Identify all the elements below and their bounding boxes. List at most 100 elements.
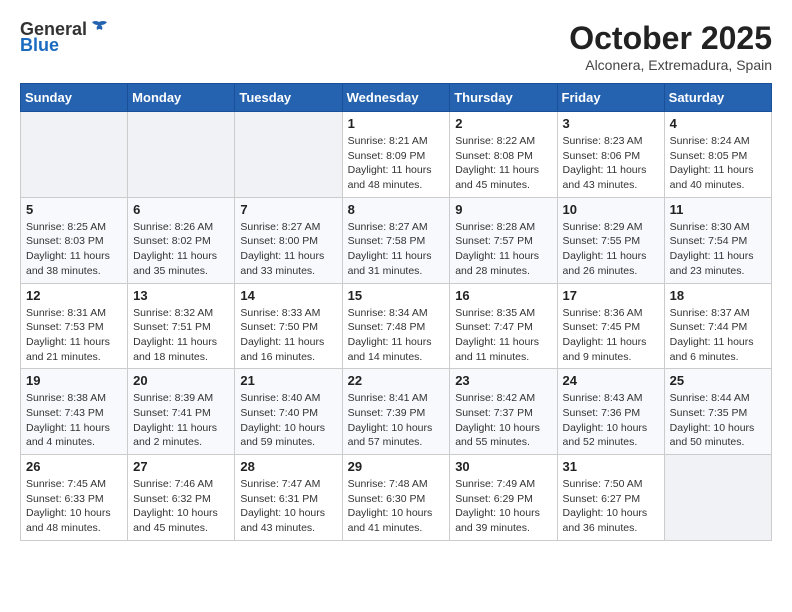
calendar-week-3: 12 Sunrise: 8:31 AM Sunset: 7:53 PM Dayli… xyxy=(21,283,772,369)
logo-bird-icon xyxy=(89,20,109,36)
calendar-cell: 16Sunrise: 8:35 AM Sunset: 7:47 PM Dayli… xyxy=(450,283,557,369)
day-info: Sunrise: 8:38 AM Sunset: 7:43 PM Dayligh… xyxy=(26,391,122,450)
day-info: Sunrise: 8:30 AM Sunset: 7:54 PM Dayligh… xyxy=(670,220,766,279)
calendar-cell: 10 Sunrise: 8:29 AM Sunset: 7:55 PM Dayli… xyxy=(557,197,664,283)
day-info: Sunrise: 8:37 AM Sunset: 7:44 PM Dayligh… xyxy=(670,306,766,365)
day-number: 25 xyxy=(670,373,766,388)
calendar-cell: 14Sunrise: 8:33 AM Sunset: 7:50 PM Dayli… xyxy=(235,283,342,369)
weekday-header-row: SundayMondayTuesdayWednesdayThursdayFrid… xyxy=(21,84,772,112)
day-info: Sunrise: 8:29 AM Sunset: 7:55 PM Dayligh… xyxy=(563,220,659,279)
day-info: Sunrise: 7:45 AM Sunset: 6:33 PM Dayligh… xyxy=(26,477,122,536)
calendar-cell: 28 Sunrise: 7:47 AM Sunset: 6:31 PM Dayli… xyxy=(235,455,342,541)
logo: General Blue xyxy=(20,20,109,56)
calendar-cell: 8 Sunrise: 8:27 AM Sunset: 7:58 PM Daylig… xyxy=(342,197,450,283)
calendar-week-5: 26Sunrise: 7:45 AM Sunset: 6:33 PM Dayli… xyxy=(21,455,772,541)
calendar-cell: 18 Sunrise: 8:37 AM Sunset: 7:44 PM Dayli… xyxy=(664,283,771,369)
calendar-cell: 19Sunrise: 8:38 AM Sunset: 7:43 PM Dayli… xyxy=(21,369,128,455)
day-info: Sunrise: 8:32 AM Sunset: 7:51 PM Dayligh… xyxy=(133,306,229,365)
weekday-header-tuesday: Tuesday xyxy=(235,84,342,112)
weekday-header-sunday: Sunday xyxy=(21,84,128,112)
calendar-cell: 21Sunrise: 8:40 AM Sunset: 7:40 PM Dayli… xyxy=(235,369,342,455)
day-number: 17 xyxy=(563,288,659,303)
day-number: 3 xyxy=(563,116,659,131)
day-info: Sunrise: 8:23 AM Sunset: 8:06 PM Dayligh… xyxy=(563,134,659,193)
calendar-cell: 24 Sunrise: 8:43 AM Sunset: 7:36 PM Dayli… xyxy=(557,369,664,455)
day-info: Sunrise: 8:43 AM Sunset: 7:36 PM Dayligh… xyxy=(563,391,659,450)
calendar-cell: 5 Sunrise: 8:25 AM Sunset: 8:03 PM Daylig… xyxy=(21,197,128,283)
day-info: Sunrise: 8:28 AM Sunset: 7:57 PM Dayligh… xyxy=(455,220,551,279)
day-number: 21 xyxy=(240,373,336,388)
day-number: 18 xyxy=(670,288,766,303)
day-info: Sunrise: 7:50 AM Sunset: 6:27 PM Dayligh… xyxy=(563,477,659,536)
weekday-header-wednesday: Wednesday xyxy=(342,84,450,112)
calendar-cell xyxy=(128,112,235,198)
calendar-cell: 20Sunrise: 8:39 AM Sunset: 7:41 PM Dayli… xyxy=(128,369,235,455)
day-number: 4 xyxy=(670,116,766,131)
calendar-cell: 1Sunrise: 8:21 AM Sunset: 8:09 PM Daylig… xyxy=(342,112,450,198)
day-number: 2 xyxy=(455,116,551,131)
day-info: Sunrise: 7:46 AM Sunset: 6:32 PM Dayligh… xyxy=(133,477,229,536)
day-info: Sunrise: 8:27 AM Sunset: 8:00 PM Dayligh… xyxy=(240,220,336,279)
logo-blue-text: Blue xyxy=(20,36,59,56)
month-title: October 2025 xyxy=(569,20,772,57)
day-number: 22 xyxy=(348,373,445,388)
day-number: 30 xyxy=(455,459,551,474)
day-number: 5 xyxy=(26,202,122,217)
day-info: Sunrise: 8:44 AM Sunset: 7:35 PM Dayligh… xyxy=(670,391,766,450)
calendar-cell: 12 Sunrise: 8:31 AM Sunset: 7:53 PM Dayli… xyxy=(21,283,128,369)
day-number: 24 xyxy=(563,373,659,388)
calendar-cell: 26Sunrise: 7:45 AM Sunset: 6:33 PM Dayli… xyxy=(21,455,128,541)
day-info: Sunrise: 8:31 AM Sunset: 7:53 PM Dayligh… xyxy=(26,306,122,365)
weekday-header-thursday: Thursday xyxy=(450,84,557,112)
calendar-cell: 4 Sunrise: 8:24 AM Sunset: 8:05 PM Daylig… xyxy=(664,112,771,198)
day-number: 12 xyxy=(26,288,122,303)
day-number: 10 xyxy=(563,202,659,217)
day-number: 16 xyxy=(455,288,551,303)
day-info: Sunrise: 8:42 AM Sunset: 7:37 PM Dayligh… xyxy=(455,391,551,450)
day-number: 28 xyxy=(240,459,336,474)
day-info: Sunrise: 8:41 AM Sunset: 7:39 PM Dayligh… xyxy=(348,391,445,450)
day-info: Sunrise: 8:26 AM Sunset: 8:02 PM Dayligh… xyxy=(133,220,229,279)
day-info: Sunrise: 7:47 AM Sunset: 6:31 PM Dayligh… xyxy=(240,477,336,536)
day-number: 8 xyxy=(348,202,445,217)
day-number: 13 xyxy=(133,288,229,303)
weekday-header-friday: Friday xyxy=(557,84,664,112)
title-section: October 2025 Alconera, Extremadura, Spai… xyxy=(569,20,772,73)
calendar-cell: 3 Sunrise: 8:23 AM Sunset: 8:06 PM Daylig… xyxy=(557,112,664,198)
day-info: Sunrise: 8:27 AM Sunset: 7:58 PM Dayligh… xyxy=(348,220,445,279)
day-info: Sunrise: 8:24 AM Sunset: 8:05 PM Dayligh… xyxy=(670,134,766,193)
calendar-week-2: 5 Sunrise: 8:25 AM Sunset: 8:03 PM Daylig… xyxy=(21,197,772,283)
day-number: 27 xyxy=(133,459,229,474)
calendar-cell xyxy=(235,112,342,198)
day-number: 11 xyxy=(670,202,766,217)
day-number: 7 xyxy=(240,202,336,217)
page-header: General Blue October 2025 Alconera, Extr… xyxy=(20,20,772,73)
day-number: 6 xyxy=(133,202,229,217)
day-info: Sunrise: 7:49 AM Sunset: 6:29 PM Dayligh… xyxy=(455,477,551,536)
calendar-cell xyxy=(21,112,128,198)
calendar-cell: 11 Sunrise: 8:30 AM Sunset: 7:54 PM Dayli… xyxy=(664,197,771,283)
day-number: 15 xyxy=(348,288,445,303)
calendar-cell: 2 Sunrise: 8:22 AM Sunset: 8:08 PM Daylig… xyxy=(450,112,557,198)
day-number: 29 xyxy=(348,459,445,474)
day-number: 23 xyxy=(455,373,551,388)
weekday-header-saturday: Saturday xyxy=(664,84,771,112)
day-number: 14 xyxy=(240,288,336,303)
calendar-cell: 6 Sunrise: 8:26 AM Sunset: 8:02 PM Daylig… xyxy=(128,197,235,283)
calendar-cell: 17 Sunrise: 8:36 AM Sunset: 7:45 PM Dayli… xyxy=(557,283,664,369)
calendar-cell: 15Sunrise: 8:34 AM Sunset: 7:48 PM Dayli… xyxy=(342,283,450,369)
day-info: Sunrise: 8:22 AM Sunset: 8:08 PM Dayligh… xyxy=(455,134,551,193)
calendar-cell: 7 Sunrise: 8:27 AM Sunset: 8:00 PM Daylig… xyxy=(235,197,342,283)
location-text: Alconera, Extremadura, Spain xyxy=(569,57,772,73)
calendar-cell: 30 Sunrise: 7:49 AM Sunset: 6:29 PM Dayli… xyxy=(450,455,557,541)
calendar-cell xyxy=(664,455,771,541)
calendar-cell: 22 Sunrise: 8:41 AM Sunset: 7:39 PM Dayli… xyxy=(342,369,450,455)
day-info: Sunrise: 8:36 AM Sunset: 7:45 PM Dayligh… xyxy=(563,306,659,365)
calendar-cell: 25 Sunrise: 8:44 AM Sunset: 7:35 PM Dayli… xyxy=(664,369,771,455)
calendar-week-1: 1Sunrise: 8:21 AM Sunset: 8:09 PM Daylig… xyxy=(21,112,772,198)
day-info: Sunrise: 8:21 AM Sunset: 8:09 PM Dayligh… xyxy=(348,134,445,193)
day-info: Sunrise: 8:25 AM Sunset: 8:03 PM Dayligh… xyxy=(26,220,122,279)
day-number: 31 xyxy=(563,459,659,474)
day-info: Sunrise: 7:48 AM Sunset: 6:30 PM Dayligh… xyxy=(348,477,445,536)
weekday-header-monday: Monday xyxy=(128,84,235,112)
